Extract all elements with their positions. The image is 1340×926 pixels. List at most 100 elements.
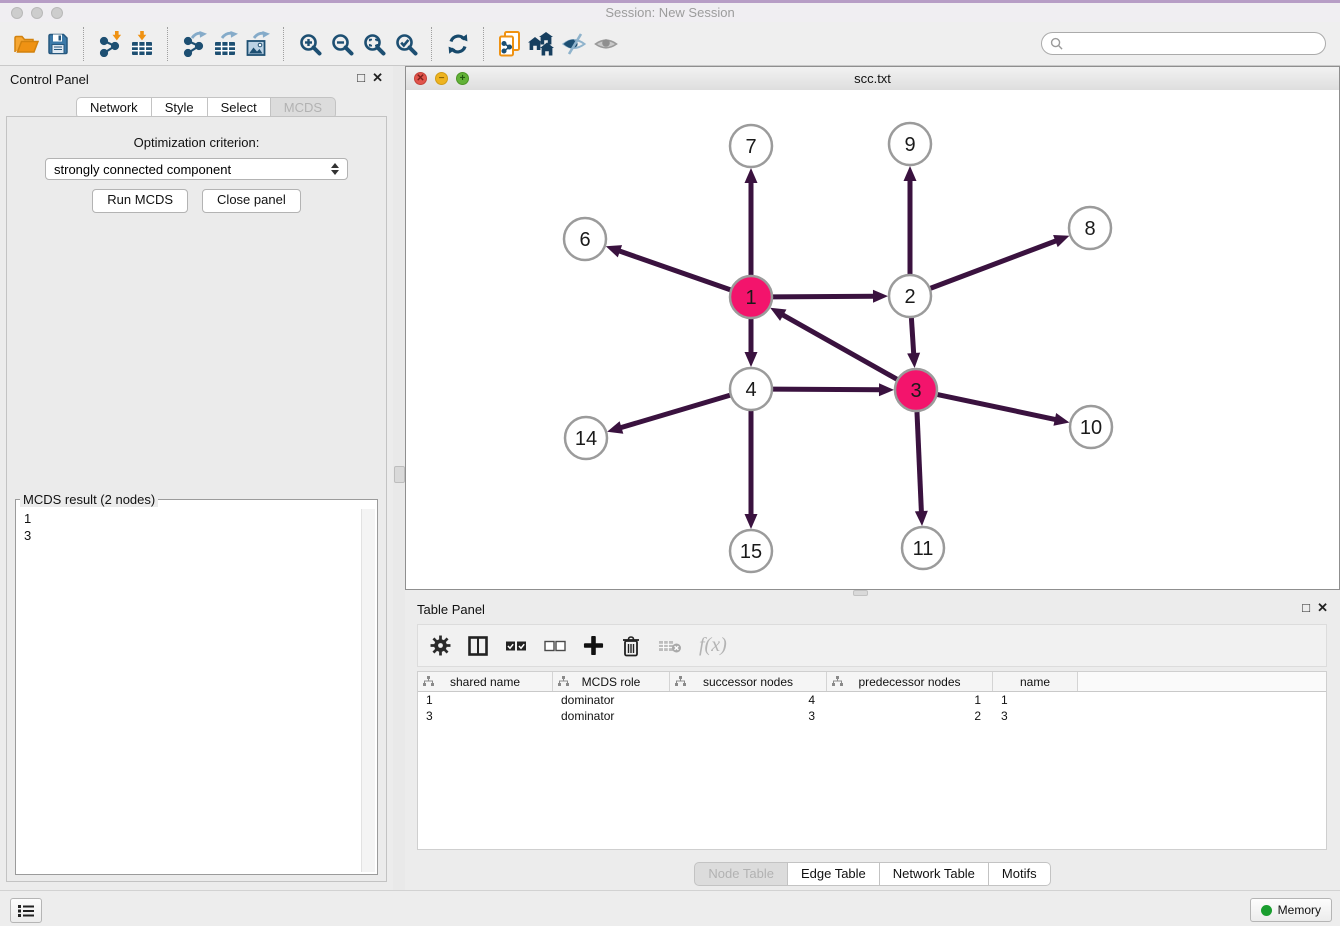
zoom-selected-button[interactable] [390,28,422,60]
control-panel: Control Panel □ ✕ Network Style Select M… [0,66,393,890]
cell[interactable]: 4 [670,692,827,708]
float-panel-icon[interactable]: □ [357,71,365,85]
splitter-grip[interactable] [394,466,405,483]
save-session-button[interactable] [42,28,74,60]
export-table-button[interactable] [210,28,242,60]
graph-edge-4-14[interactable] [607,395,730,433]
cell[interactable]: 2 [827,708,993,724]
search-box[interactable] [1041,32,1326,55]
import-network-button[interactable] [94,28,126,60]
cell[interactable]: 3 [418,708,553,724]
import-table-button[interactable] [126,28,158,60]
graph-edge-2-3[interactable] [907,318,920,368]
export-image-button[interactable] [242,28,274,60]
graph-edge-2-8[interactable] [931,235,1070,288]
cell[interactable]: 3 [993,708,1078,724]
application-window: Session: New Session [0,0,1340,926]
select-all-checks-button[interactable] [505,633,527,659]
open-session-button[interactable] [10,28,42,60]
column-type-icon [423,676,434,687]
graph-node-3[interactable]: 3 [895,369,937,411]
graph-node-1[interactable]: 1 [730,276,772,318]
graph-edge-1-7[interactable] [745,168,758,275]
graph-edge-1-2[interactable] [773,290,888,303]
column-header-successor-nodes[interactable]: successor nodes [670,672,827,691]
graph-node-10[interactable]: 10 [1070,406,1112,448]
tab-edge-table[interactable]: Edge Table [788,862,880,886]
tab-node-table[interactable]: Node Table [694,862,788,886]
cell[interactable]: dominator [553,708,670,724]
graph-node-11[interactable]: 11 [902,527,944,569]
graph-node-7[interactable]: 7 [730,125,772,167]
table-options-button[interactable] [430,633,451,659]
control-panel-header: Control Panel □ ✕ [0,66,393,92]
graph-node-8[interactable]: 8 [1069,207,1111,249]
network-window-titlebar[interactable]: scc.txt ✕ − + [406,67,1339,91]
memory-button[interactable]: Memory [1250,898,1332,922]
apply-layout-button[interactable] [442,28,474,60]
memory-status-icon [1261,905,1272,916]
cell[interactable]: 3 [670,708,827,724]
search-input[interactable] [1068,34,1317,54]
show-all-button[interactable] [590,28,622,60]
graph-edge-2-9[interactable] [904,166,917,274]
column-header-name[interactable]: name [993,672,1078,691]
close-view-icon[interactable]: ✕ [414,72,427,85]
cell[interactable]: 1 [418,692,553,708]
graph-edge-3-1[interactable] [770,308,897,379]
vertical-splitter[interactable] [393,66,405,890]
cell[interactable]: 1 [827,692,993,708]
column-header-MCDS-role[interactable]: MCDS role [553,672,670,691]
maximize-view-icon[interactable]: + [456,72,469,85]
run-mcds-button[interactable]: Run MCDS [92,189,188,213]
graph-edge-4-15[interactable] [745,411,758,529]
result-scrollbar[interactable] [361,509,375,872]
fit-content-button[interactable] [358,28,390,60]
tab-network-table[interactable]: Network Table [880,862,989,886]
graph-node-6[interactable]: 6 [564,218,606,260]
graph-edge-1-4[interactable] [745,319,758,367]
show-panels-button[interactable] [10,898,42,923]
add-row-button[interactable] [583,633,604,659]
new-network-from-selection-button[interactable] [494,28,526,60]
mcds-result-text[interactable]: 1 3 [18,509,361,872]
node-table: shared nameMCDS rolesuccessor nodesprede… [417,671,1327,850]
show-columns-button[interactable] [468,633,488,659]
toolbar-separator [483,27,485,61]
export-network-button[interactable] [178,28,210,60]
cell[interactable]: 1 [993,692,1078,708]
first-neighbors-button[interactable] [526,28,558,60]
clear-all-checks-button[interactable] [544,633,566,659]
graph-edge-1-6[interactable] [606,245,730,290]
criterion-dropdown[interactable]: strongly connected component [45,158,348,180]
tab-motifs[interactable]: Motifs [989,862,1051,886]
table-row[interactable]: 1dominator411 [418,692,1326,708]
maximize-window-icon[interactable] [51,7,63,19]
graph-node-2[interactable]: 2 [889,275,931,317]
float-panel-icon[interactable]: □ [1302,601,1310,615]
graph-node-15[interactable]: 15 [730,530,772,572]
graph-node-4[interactable]: 4 [730,368,772,410]
zoom-in-button[interactable] [294,28,326,60]
graph-edge-3-11[interactable] [915,412,928,526]
close-panel-button[interactable]: Close panel [202,189,301,213]
graph-node-9[interactable]: 9 [889,123,931,165]
hide-selected-button[interactable] [558,28,590,60]
mcds-buttons: Run MCDS Close panel [7,189,386,213]
minimize-view-icon[interactable]: − [435,72,448,85]
graph-edge-4-3[interactable] [773,383,894,396]
toolbar-separator [83,27,85,61]
cell[interactable]: dominator [553,692,670,708]
table-row[interactable]: 3dominator323 [418,708,1326,724]
zoom-out-button[interactable] [326,28,358,60]
graph-node-14[interactable]: 14 [565,417,607,459]
graph-edge-3-10[interactable] [938,395,1070,426]
column-header-shared-name[interactable]: shared name [418,672,553,691]
close-window-icon[interactable] [11,7,23,19]
close-panel-icon[interactable]: ✕ [1317,601,1328,615]
minimize-window-icon[interactable] [31,7,43,19]
network-canvas[interactable]: 7 9 6 8 1 2 4 3 14 10 15 11 [406,90,1339,589]
delete-rows-button[interactable] [621,633,641,659]
column-header-predecessor-nodes[interactable]: predecessor nodes [827,672,993,691]
close-panel-icon[interactable]: ✕ [372,71,383,85]
